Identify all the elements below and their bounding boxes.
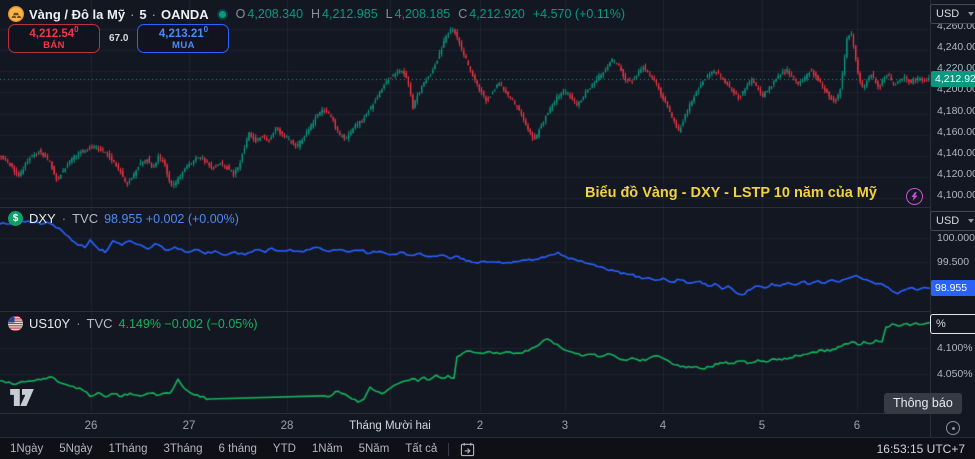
price-axis-label: 100.000 xyxy=(937,232,975,244)
range-button-6-tháng[interactable]: 6 tháng xyxy=(219,443,257,455)
us-flag-icon xyxy=(8,316,23,331)
price-axis-label: 4,160.000 xyxy=(937,126,975,138)
unit-label: USD xyxy=(936,215,959,227)
price-axis-label: 4,240.000 xyxy=(937,41,975,53)
open-label: O xyxy=(236,7,246,21)
chevron-down-icon xyxy=(968,12,974,16)
low-label: L xyxy=(386,7,393,21)
main-symbol-legend: Vàng / Đô la Mỹ · 5 · OANDA O4,208.340 H… xyxy=(8,6,625,22)
dxy-quote: 98.955 +0.002 (+0.00%) xyxy=(104,212,239,226)
chart-annotation-text[interactable]: Biểu đồ Vàng - DXY - LSTP 10 năm của Mỹ xyxy=(585,185,877,201)
separator-dot: · xyxy=(62,211,66,226)
time-axis-label: 28 xyxy=(281,420,294,432)
interval-value[interactable]: 5 xyxy=(139,7,146,22)
settings-icon[interactable] xyxy=(946,421,960,435)
buy-button[interactable]: 4,213.210 MUA xyxy=(137,24,229,53)
time-axis-label: 3 xyxy=(562,420,568,432)
symbol-title[interactable]: Vàng / Đô la Mỹ xyxy=(29,7,125,22)
range-button-1năm[interactable]: 1Năm xyxy=(312,443,343,455)
dxy-exchange: TVC xyxy=(72,211,98,226)
toolbar-divider xyxy=(448,443,449,456)
open-value: 4,208.340 xyxy=(247,7,303,21)
close-value: 4,212.920 xyxy=(469,7,525,21)
last-price-badge: 98.955 xyxy=(931,280,975,296)
price-scale-unit-dropdown[interactable]: USD xyxy=(930,4,975,24)
market-status-icon[interactable] xyxy=(219,11,226,18)
sell-button[interactable]: 4,212.540 BÁN xyxy=(8,24,100,53)
us10y-legend: US10Y · TVC 4.149% −0.002 (−0.05%) xyxy=(8,316,258,331)
buy-label: MUA xyxy=(172,41,195,51)
time-axis-label: 4 xyxy=(660,420,666,432)
price-axis-label: 4,120.000 xyxy=(937,168,975,180)
trading-chart-app: Vàng / Đô la Mỹ · 5 · OANDA O4,208.340 H… xyxy=(0,0,975,459)
low-value: 4,208.185 xyxy=(395,7,451,21)
time-axis-label: 5 xyxy=(759,420,765,432)
last-price-badge: 4,212.920 xyxy=(931,71,975,87)
time-axis-label: 2 xyxy=(477,420,483,432)
buy-price-fraction: 0 xyxy=(204,25,208,34)
time-axis-label: Tháng Mười hai xyxy=(349,420,431,432)
tradingview-logo[interactable] xyxy=(10,389,34,411)
exchange-name[interactable]: OANDA xyxy=(161,7,209,22)
trade-panel: 4,212.540 BÁN 67.0 4,213.210 MUA xyxy=(8,24,229,53)
go-to-date-icon[interactable] xyxy=(460,442,475,457)
price-axis-label: 4,180.000 xyxy=(937,105,975,117)
dollar-circle-icon: $ xyxy=(8,211,23,226)
us10y-scale-unit-dropdown[interactable]: % xyxy=(930,314,975,334)
dxy-symbol[interactable]: DXY xyxy=(29,211,56,226)
range-button-5năm[interactable]: 5Năm xyxy=(359,443,390,455)
spread-value: 67.0 xyxy=(109,33,128,44)
range-button-5ngày[interactable]: 5Ngày xyxy=(59,443,92,455)
range-button-1ngày[interactable]: 1Ngày xyxy=(10,443,43,455)
notification-tooltip: Thông báo xyxy=(884,393,962,414)
time-axis-label: 6 xyxy=(854,420,860,432)
chart-canvas[interactable] xyxy=(0,0,975,459)
us10y-exchange: TVC xyxy=(87,316,113,331)
high-label: H xyxy=(311,7,320,21)
pane-separator[interactable] xyxy=(0,311,930,312)
unit-label: USD xyxy=(936,8,959,20)
us10y-quote: 4.149% −0.002 (−0.05%) xyxy=(119,317,258,331)
high-value: 4,212.985 xyxy=(322,7,378,21)
separator-dot: · xyxy=(76,316,80,331)
price-axis-label: 4,100.000 xyxy=(937,189,975,201)
unit-label: % xyxy=(936,318,946,330)
sell-price-fraction: 0 xyxy=(74,25,78,34)
dxy-legend: $ DXY · TVC 98.955 +0.002 (+0.00%) xyxy=(8,211,239,226)
separator-dot: · xyxy=(130,7,134,22)
range-button-3tháng[interactable]: 3Tháng xyxy=(164,443,203,455)
pane-separator[interactable] xyxy=(0,207,930,208)
close-label: C xyxy=(458,7,467,21)
time-axis-label: 27 xyxy=(183,420,196,432)
buy-price: 4,213.21 xyxy=(159,28,204,40)
separator-dot: · xyxy=(152,7,156,22)
range-button-ytd[interactable]: YTD xyxy=(273,443,296,455)
clock-display[interactable]: 16:53:15 UTC+7 xyxy=(877,442,965,456)
change-value: +4.570 (+0.11%) xyxy=(533,7,625,21)
date-range-buttons: 1Ngày 5Ngày 1Tháng 3Tháng 6 tháng YTD 1Năm 5Năm… xyxy=(10,443,437,455)
ohlc-values: O4,208.340 H4,212.985 L4,208.185 C4,212.… xyxy=(236,7,625,21)
time-axis-label: 26 xyxy=(85,420,98,432)
chevron-down-icon xyxy=(968,219,974,223)
price-axis-label: 4,140.000 xyxy=(937,147,975,159)
dxy-scale-unit-dropdown[interactable]: USD xyxy=(930,211,975,231)
range-button-1tháng[interactable]: 1Tháng xyxy=(109,443,148,455)
us10y-symbol[interactable]: US10Y xyxy=(29,316,70,331)
gold-coin-icon xyxy=(8,6,24,22)
price-axis-label: 4.050% xyxy=(937,368,973,380)
sell-price: 4,212.54 xyxy=(29,28,74,40)
price-axis-label: 99.500 xyxy=(937,256,969,268)
flash-promo-icon[interactable] xyxy=(906,188,923,205)
sell-label: BÁN xyxy=(43,41,65,51)
time-axis[interactable]: 26 27 28 Tháng Mười hai 2 3 4 5 6 xyxy=(0,413,930,437)
price-axis-label: 4.100% xyxy=(937,342,973,354)
range-button-tất-cả[interactable]: Tất cả xyxy=(405,443,437,455)
bottom-toolbar: 1Ngày 5Ngày 1Tháng 3Tháng 6 tháng YTD 1Năm 5Năm… xyxy=(0,437,975,459)
